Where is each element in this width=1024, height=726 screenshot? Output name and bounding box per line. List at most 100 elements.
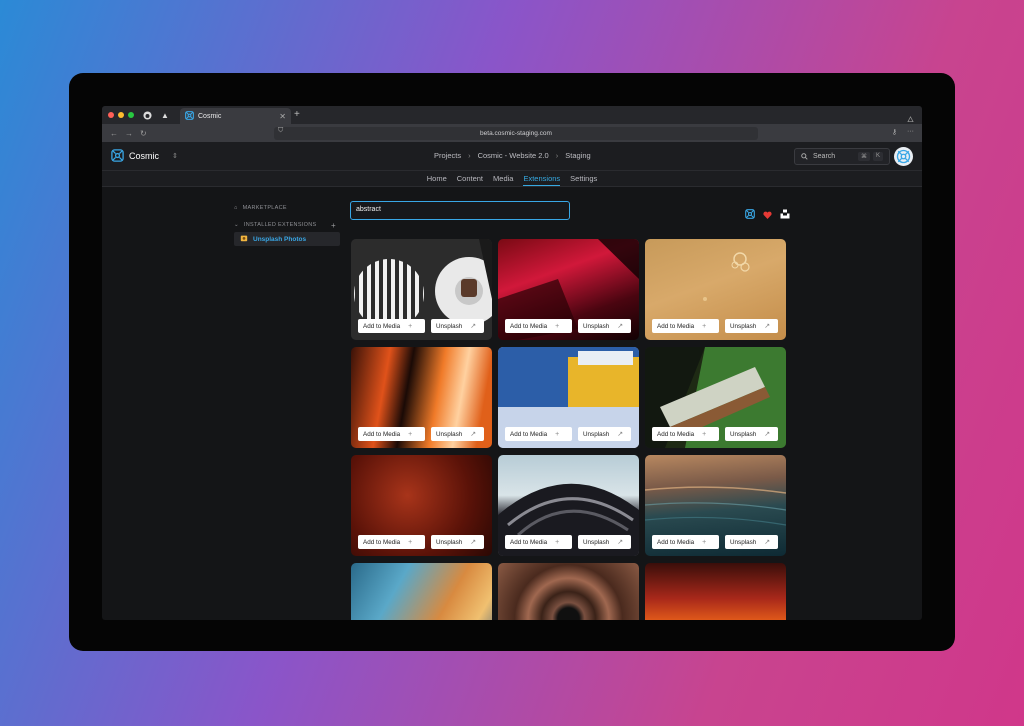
add-to-media-button[interactable]: Add to Media + (652, 319, 719, 333)
extension-toolbar (745, 206, 790, 224)
external-link-icon: ↗ (617, 539, 624, 546)
triangle-icon[interactable]: ▲ (160, 110, 170, 120)
button-label: Add to Media (363, 430, 401, 438)
add-extension-icon[interactable]: + (331, 221, 340, 230)
photo-search-input[interactable]: abstract (350, 201, 570, 220)
view-on-unsplash-button[interactable]: Unsplash ↗ (578, 427, 631, 441)
url-field[interactable]: beta.cosmic-staging.com (274, 127, 758, 140)
close-tab-icon[interactable]: ✕ (279, 112, 286, 121)
photo-card[interactable] (645, 563, 786, 620)
brand[interactable]: Cosmic ⇕ (111, 148, 178, 164)
add-to-media-button[interactable]: Add to Media + (358, 535, 425, 549)
add-to-media-button[interactable]: Add to Media + (652, 427, 719, 441)
button-label: Add to Media (657, 322, 695, 330)
breadcrumb-project[interactable]: Cosmic - Website 2.0 (478, 151, 549, 160)
cosmic-logo-icon (185, 110, 194, 122)
view-on-unsplash-button[interactable]: Unsplash ↗ (578, 535, 631, 549)
plus-icon: + (408, 322, 413, 330)
shortcut-key: K (872, 152, 883, 161)
breadcrumb-environment[interactable]: Staging (565, 151, 590, 160)
plus-icon: + (555, 322, 560, 330)
tab-extensions[interactable]: Extensions (523, 171, 561, 186)
button-label: Add to Media (363, 538, 401, 546)
add-to-media-button[interactable]: Add to Media + (358, 427, 425, 441)
add-to-media-button[interactable]: Add to Media + (505, 427, 572, 441)
chevron-right-icon: › (468, 151, 471, 160)
breadcrumb: Projects › Cosmic - Website 2.0 › Stagin… (434, 151, 591, 160)
add-to-media-button[interactable]: Add to Media + (505, 319, 572, 333)
more-icon[interactable]: ··· (907, 128, 914, 136)
photo-card[interactable] (351, 563, 492, 620)
view-on-unsplash-button[interactable]: Unsplash ↗ (431, 427, 484, 441)
photo-card[interactable]: Add to Media + Unsplash ↗ (645, 455, 786, 556)
reload-icon[interactable]: ↻ (140, 129, 147, 138)
view-on-unsplash-button[interactable]: Unsplash ↗ (431, 535, 484, 549)
view-on-unsplash-button[interactable]: Unsplash ↗ (431, 319, 484, 333)
view-on-unsplash-button[interactable]: Unsplash ↗ (725, 427, 778, 441)
search-label: Search (813, 153, 836, 160)
photo-card[interactable]: Add to Media + Unsplash ↗ (645, 347, 786, 448)
sidebar-label: MARKETPLACE (242, 205, 287, 211)
heart-icon[interactable] (763, 206, 772, 224)
plus-icon: + (408, 538, 413, 546)
plus-icon: + (702, 430, 707, 438)
add-to-media-button[interactable]: Add to Media + (652, 535, 719, 549)
photo-card[interactable]: Add to Media + Unsplash ↗ (498, 239, 639, 340)
plus-icon: + (702, 538, 707, 546)
add-to-media-button[interactable]: Add to Media + (505, 535, 572, 549)
search-button[interactable]: Search ⌘ K (794, 148, 890, 165)
github-icon[interactable] (142, 110, 152, 120)
button-label: Add to Media (510, 322, 548, 330)
external-link-icon: ↗ (470, 431, 477, 438)
browser-window: ▲ Cosmic ✕ + 🜂 ← → ↻ beta.cosmic-staging… (102, 106, 922, 620)
photo-card[interactable]: Add to Media + Unsplash ↗ (351, 455, 492, 556)
new-tab-button[interactable]: + (294, 109, 300, 120)
photo-card[interactable] (498, 563, 639, 620)
button-label: Unsplash (583, 430, 610, 438)
view-on-unsplash-button[interactable]: Unsplash ↗ (725, 319, 778, 333)
photo-card[interactable]: Add to Media + Unsplash ↗ (351, 239, 492, 340)
breadcrumb-projects[interactable]: Projects (434, 151, 461, 160)
external-link-icon: ↗ (764, 539, 771, 546)
zoom-window-button[interactable] (128, 112, 134, 118)
sidebar-item-marketplace[interactable]: ⌂ MARKETPLACE (230, 201, 340, 215)
chevron-down-icon: ⌄ (234, 222, 239, 228)
shield-icon[interactable]: ⛉ (278, 127, 283, 135)
button-label: Unsplash (730, 322, 757, 330)
extensions-sidebar: ⌂ MARKETPLACE ⌄ INSTALLED EXTENSIONS + U… (230, 201, 340, 246)
sidebar-section-installed[interactable]: ⌄ INSTALLED EXTENSIONS + (230, 218, 340, 232)
avatar[interactable] (894, 147, 913, 166)
tab-content[interactable]: Content (457, 171, 483, 186)
search-icon (801, 153, 808, 160)
close-window-button[interactable] (108, 112, 114, 118)
unsplash-logo-icon[interactable] (780, 206, 790, 224)
plus-icon: + (555, 538, 560, 546)
browser-tab[interactable]: Cosmic ✕ (180, 108, 291, 124)
view-on-unsplash-button[interactable]: Unsplash ↗ (725, 535, 778, 549)
sidebar-item-unsplash-photos[interactable]: Unsplash Photos (234, 232, 340, 246)
button-label: Add to Media (363, 322, 401, 330)
key-icon[interactable]: ⚷ (892, 128, 897, 136)
switcher-icon[interactable]: ⇕ (172, 152, 178, 160)
main-nav: Home Content Media Extensions Settings (102, 171, 922, 187)
tab-media[interactable]: Media (493, 171, 513, 186)
add-to-media-button[interactable]: Add to Media + (358, 319, 425, 333)
external-link-icon: ↗ (617, 431, 624, 438)
back-icon[interactable]: ← (110, 129, 118, 138)
tab-settings[interactable]: Settings (570, 171, 597, 186)
tab-home[interactable]: Home (427, 171, 447, 186)
plus-icon: + (555, 430, 560, 438)
forward-icon[interactable]: → (125, 129, 133, 138)
external-link-icon: ↗ (764, 323, 771, 330)
view-on-unsplash-button[interactable]: Unsplash ↗ (578, 319, 631, 333)
button-label: Add to Media (510, 538, 548, 546)
photo-card[interactable]: Add to Media + Unsplash ↗ (351, 347, 492, 448)
photo-card[interactable]: Add to Media + Unsplash ↗ (645, 239, 786, 340)
photo-card[interactable]: Add to Media + Unsplash ↗ (498, 347, 639, 448)
photo-card[interactable]: Add to Media + Unsplash ↗ (498, 455, 639, 556)
minimize-window-button[interactable] (118, 112, 124, 118)
plus-icon: + (702, 322, 707, 330)
cosmic-logo-icon[interactable] (745, 206, 755, 224)
tab-bar: ▲ Cosmic ✕ + 🜂 (102, 106, 922, 124)
button-label: Unsplash (436, 430, 463, 438)
